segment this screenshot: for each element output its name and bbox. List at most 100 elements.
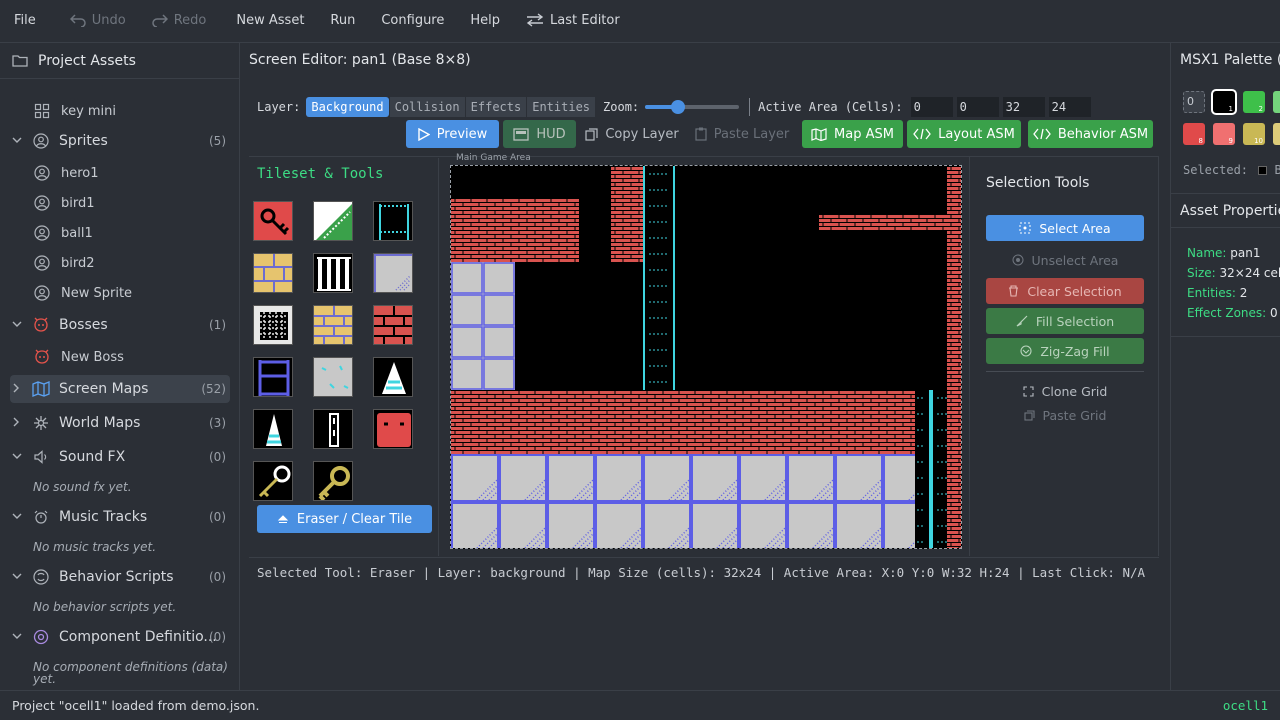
key-gold-large-tile[interactable]	[313, 461, 353, 501]
undo-button[interactable]: Undo	[69, 13, 126, 28]
chevron-down-icon[interactable]	[12, 512, 22, 523]
sidebar-item[interactable]: bird1	[0, 189, 240, 217]
paste-grid-button[interactable]: Paste Grid	[986, 405, 1144, 425]
boss-icon	[33, 348, 51, 366]
palette-swatch[interactable]: 2	[1243, 91, 1265, 113]
map-canvas[interactable]	[450, 165, 962, 549]
palette-swatch[interactable]: 11	[1273, 123, 1280, 145]
chevron-down-icon[interactable]	[12, 632, 22, 643]
sidebar-item[interactable]: New Sprite	[0, 279, 240, 307]
sidebar-item-label: Bosses	[59, 317, 108, 333]
brick-yellow-tile[interactable]	[253, 253, 293, 293]
sidebar-category[interactable]: World Maps (3)	[0, 409, 240, 437]
palette-swatch-index: 1	[1228, 105, 1233, 113]
active-area-y-input[interactable]: 0	[956, 97, 999, 117]
select-area-button[interactable]: Select Area	[986, 215, 1144, 241]
chevron-right-icon[interactable]	[12, 417, 22, 430]
active-area-w-input[interactable]: 32	[1002, 97, 1045, 117]
menu-configure[interactable]: Configure	[381, 13, 444, 28]
chevron-down-icon[interactable]	[12, 572, 22, 583]
speaker-icon	[32, 448, 50, 466]
menu-new-asset[interactable]: New Asset	[236, 13, 304, 28]
sidebar-category[interactable]: Sprites (5)	[0, 127, 240, 155]
ladder-blue-tile[interactable]	[253, 357, 293, 397]
sidebar-item[interactable]: key mini	[0, 97, 240, 125]
chevron-down-icon[interactable]	[12, 136, 22, 147]
sidebar-category[interactable]: Bosses (1)	[0, 311, 240, 339]
sidebar-item-label: hero1	[61, 165, 99, 181]
palette-swatch[interactable]: 8	[1183, 123, 1205, 145]
layout-asm-button[interactable]: Layout ASM	[907, 120, 1021, 148]
zigzag-fill-button[interactable]: Zig-Zag Fill	[986, 338, 1144, 364]
layer-tab-background[interactable]: Background	[306, 97, 389, 117]
chevron-down-icon[interactable]	[12, 320, 22, 331]
preview-button[interactable]: Preview	[406, 120, 499, 148]
behavior-asm-button[interactable]: Behavior ASM	[1028, 120, 1153, 148]
zoom-slider[interactable]	[645, 100, 740, 114]
menu-file[interactable]: File	[14, 13, 36, 28]
sidebar-category[interactable]: Component Definitio... (0)	[0, 623, 240, 651]
redo-button[interactable]: Redo	[151, 13, 206, 28]
stone-floor	[451, 454, 915, 548]
layer-tab-entities[interactable]: Entities	[527, 97, 596, 117]
sidebar-item-count: (0)	[209, 450, 226, 464]
layer-tab-collision[interactable]: Collision	[389, 97, 465, 117]
fill-selection-button[interactable]: Fill Selection	[986, 308, 1144, 334]
ice-tile[interactable]	[313, 357, 353, 397]
chevron-down-icon[interactable]	[12, 452, 22, 463]
stone-tile[interactable]	[373, 253, 413, 293]
sidebar-category[interactable]: Screen Maps (52)	[10, 375, 230, 403]
key-gold-tile[interactable]	[253, 461, 293, 501]
sidebar-item[interactable]: bird2	[0, 249, 240, 277]
zoom-slider-knob[interactable]	[671, 100, 686, 114]
hud-button[interactable]: HUD	[503, 120, 576, 148]
last-editor-button[interactable]: Last Editor	[526, 13, 620, 28]
active-area-h-input[interactable]: 24	[1048, 97, 1091, 117]
red-block-tile[interactable]	[373, 409, 413, 449]
sidebar-item[interactable]: hero1	[0, 159, 240, 187]
fountain-small-tile[interactable]	[253, 409, 293, 449]
sidebar-category[interactable]: Sound FX (0)	[0, 443, 240, 471]
palette-swatch-index: 2	[1258, 105, 1263, 113]
fountain-tile[interactable]	[373, 357, 413, 397]
sidebar-item-label: yet.	[33, 672, 57, 686]
palette-swatch[interactable]: 0	[1183, 91, 1205, 113]
copy-layer-button[interactable]: Copy Layer	[584, 120, 680, 148]
chevron-right-icon[interactable]	[12, 383, 22, 396]
status-message: Project "ocell1" loaded from demo.json.	[12, 698, 260, 713]
sidebar-category[interactable]: Music Tracks (0)	[0, 503, 240, 531]
selected-color-chip	[1258, 166, 1268, 175]
paste-grid-label: Paste Grid	[1042, 407, 1107, 423]
clone-grid-button[interactable]: Clone Grid	[986, 381, 1144, 401]
palette-swatch[interactable]: 3	[1273, 91, 1280, 113]
bars-tile[interactable]	[313, 253, 353, 293]
select-area-icon	[1019, 222, 1031, 234]
active-area-x-input[interactable]: 0	[910, 97, 953, 117]
selection-tools-title: Selection Tools	[986, 175, 1090, 191]
eraser-button[interactable]: Eraser / Clear Tile	[257, 505, 432, 533]
sidebar-item[interactable]: New Boss	[0, 343, 240, 371]
key-red-tile[interactable]	[253, 201, 293, 241]
pillar-tile[interactable]	[313, 409, 353, 449]
prop-entities-label: Entities:	[1187, 286, 1236, 300]
palette-swatch[interactable]: 9	[1213, 123, 1235, 145]
palette-swatch[interactable]: 10	[1243, 123, 1265, 145]
unselect-area-button[interactable]: Unselect Area	[986, 247, 1144, 273]
sidebar-category[interactable]: Behavior Scripts (0)	[0, 563, 240, 591]
brick-red-tile[interactable]	[373, 305, 413, 345]
menu-help[interactable]: Help	[470, 13, 500, 28]
slope-green-tile[interactable]	[313, 201, 353, 241]
user-circle-icon	[33, 164, 51, 182]
prop-entities: Entities: 2	[1187, 286, 1247, 300]
palette-swatch[interactable]: 1	[1211, 89, 1237, 115]
ladder-top-tile[interactable]	[373, 201, 413, 241]
brick-ledge-right	[819, 214, 947, 230]
brick-yellow-blue-tile[interactable]	[313, 305, 353, 345]
sidebar-item[interactable]: ball1	[0, 219, 240, 247]
layer-tab-effects[interactable]: Effects	[465, 97, 527, 117]
paste-layer-button[interactable]: Paste Layer	[694, 120, 790, 148]
map-asm-button[interactable]: Map ASM	[802, 120, 903, 148]
clear-selection-button[interactable]: Clear Selection	[986, 278, 1144, 304]
menu-run[interactable]: Run	[330, 13, 355, 28]
mesh-tile[interactable]	[253, 305, 293, 345]
